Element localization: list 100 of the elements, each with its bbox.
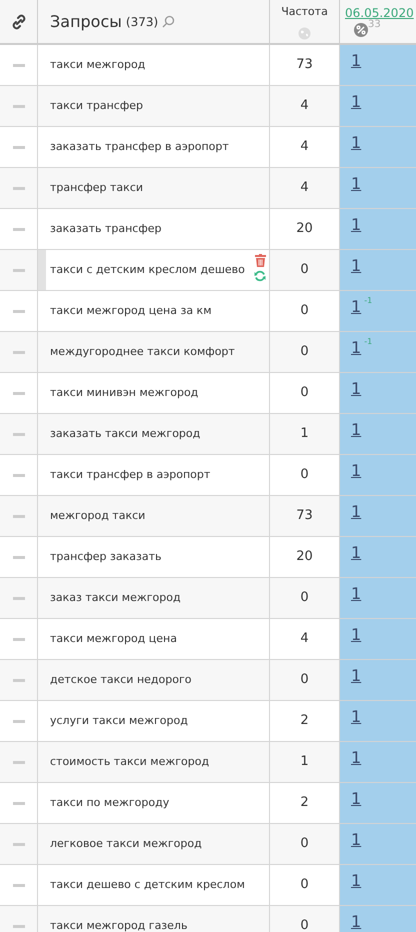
query-cell-hovered[interactable]: такси с детским креслом дешево [38, 250, 270, 290]
dash-icon[interactable] [12, 186, 24, 190]
dash-icon[interactable] [12, 474, 24, 476]
dash-icon[interactable] [12, 638, 24, 640]
position-link[interactable]: 1 [351, 379, 362, 399]
dash-icon[interactable] [12, 514, 24, 518]
query-text: такси по межгороду [50, 794, 170, 811]
position-link[interactable]: 1 [351, 502, 362, 522]
position-link[interactable]: 1 [351, 51, 362, 71]
dash-icon[interactable] [12, 432, 24, 436]
query-text: легковое такси межгород [50, 836, 202, 852]
query-cell[interactable]: такси межгород цена [38, 619, 270, 659]
dash-icon[interactable] [12, 678, 24, 682]
query-cell[interactable]: заказать трансфер в аэропорт [38, 127, 270, 167]
link-icon[interactable] [10, 14, 26, 30]
column-title[interactable]: Частота [281, 4, 328, 20]
query-cell[interactable]: трансфер такси [38, 168, 270, 208]
frequency-value: 4 [300, 179, 309, 198]
frequency-value: 0 [300, 466, 309, 484]
position-link[interactable]: 1 [351, 625, 362, 645]
dash-icon[interactable] [12, 268, 24, 272]
frequency-value: 0 [300, 302, 309, 320]
query-cell[interactable]: такси по межгороду [38, 783, 270, 823]
query-text: трансфер заказать [50, 548, 162, 565]
position-change: -1 [364, 338, 372, 346]
position-link[interactable]: 1 [351, 420, 362, 440]
position-link[interactable]: 1 [351, 748, 362, 768]
frequency-value: 0 [300, 343, 309, 362]
dash-icon[interactable] [12, 760, 24, 764]
dash-icon[interactable] [12, 884, 24, 886]
query-cell[interactable]: услуги такси межгород [38, 701, 270, 741]
frequency-value: 20 [296, 220, 313, 238]
query-cell[interactable]: такси дешево с детским креслом [38, 865, 270, 905]
frequency-value: 1 [300, 753, 309, 772]
frequency-value: 0 [300, 261, 309, 280]
query-text: такси трансфер [50, 98, 144, 114]
position-link[interactable]: 1 [351, 912, 362, 932]
query-cell[interactable]: такси межгород [38, 45, 270, 85]
query-cell[interactable]: заказать такси межгород [38, 414, 270, 454]
query-text: такси межгород цена за км [50, 302, 212, 319]
query-cell[interactable]: междугороднее такси комфорт [38, 332, 270, 372]
refresh-icon[interactable] [254, 270, 266, 282]
search-icon[interactable] [162, 15, 176, 28]
query-cell[interactable]: такси межгород цена за км [38, 291, 270, 331]
dash-icon[interactable] [12, 720, 24, 722]
query-text: межгород такси [50, 508, 146, 524]
position-link[interactable]: 1 [351, 338, 362, 358]
query-text: заказ такси межгород [50, 590, 181, 606]
query-text: заказать трансфер в аэропорт [50, 138, 229, 155]
query-cell[interactable]: такси межгород газель [38, 906, 270, 932]
query-text: такси межгород [50, 56, 146, 73]
query-cell[interactable]: заказ такси межгород [38, 578, 270, 618]
dash-icon[interactable] [12, 64, 24, 66]
dash-icon[interactable] [12, 146, 24, 148]
dash-icon[interactable] [12, 802, 24, 804]
query-cell[interactable]: стоимость такси межгород [38, 742, 270, 782]
dash-icon[interactable] [12, 310, 24, 312]
query-text: стоимость такси межгород [50, 754, 210, 770]
position-link[interactable]: 1 [351, 584, 362, 604]
column-title[interactable]: Запросы [50, 10, 122, 34]
query-cell[interactable]: легковое такси межгород [38, 824, 270, 864]
query-cell[interactable]: такси минивэн межгород [38, 373, 270, 413]
dash-icon[interactable] [12, 104, 24, 108]
query-text: такси минивэн межгород [50, 384, 198, 401]
position-link[interactable]: 1 [351, 871, 362, 891]
dash-icon[interactable] [12, 842, 24, 846]
position-link[interactable]: 1 [351, 92, 362, 112]
position-link[interactable]: 1 [351, 133, 362, 153]
globe-icon [298, 26, 311, 40]
query-text: заказать трансфер [50, 220, 162, 237]
dash-icon[interactable] [12, 392, 24, 394]
position-link[interactable]: 1 [351, 215, 362, 235]
dash-icon[interactable] [12, 350, 24, 354]
date-count: 33 [368, 20, 381, 30]
query-cell[interactable]: заказать трансфер [38, 209, 270, 249]
position-link[interactable]: 1 [351, 789, 362, 809]
percent-icon[interactable] [354, 23, 368, 37]
dash-icon[interactable] [12, 596, 24, 600]
dash-icon[interactable] [12, 924, 24, 928]
position-link[interactable]: 1 [351, 461, 362, 481]
position-link[interactable]: 1 [351, 256, 362, 276]
position-link[interactable]: 1 [351, 666, 362, 686]
dash-icon[interactable] [12, 556, 24, 558]
dash-icon[interactable] [12, 228, 24, 230]
query-cell[interactable]: такси трансфер [38, 86, 270, 126]
query-cell[interactable]: детское такси недорого [38, 660, 270, 700]
position-link[interactable]: 1 [351, 830, 362, 850]
position-link[interactable]: 1 [351, 543, 362, 563]
frequency-value: 4 [300, 97, 309, 116]
frequency-value: 73 [296, 507, 313, 526]
query-cell[interactable]: такси трансфер в аэропорт [38, 455, 270, 495]
query-cell[interactable]: трансфер заказать [38, 537, 270, 577]
frequency-value: 4 [300, 630, 309, 648]
trash-icon[interactable] [254, 254, 266, 267]
position-link[interactable]: 1 [351, 707, 362, 727]
query-cell[interactable]: межгород такси [38, 496, 270, 536]
position-link[interactable]: 1 [351, 297, 362, 317]
frequency-value: 4 [300, 138, 309, 156]
frequency-value: 2 [300, 794, 309, 812]
position-link[interactable]: 1 [351, 174, 362, 194]
